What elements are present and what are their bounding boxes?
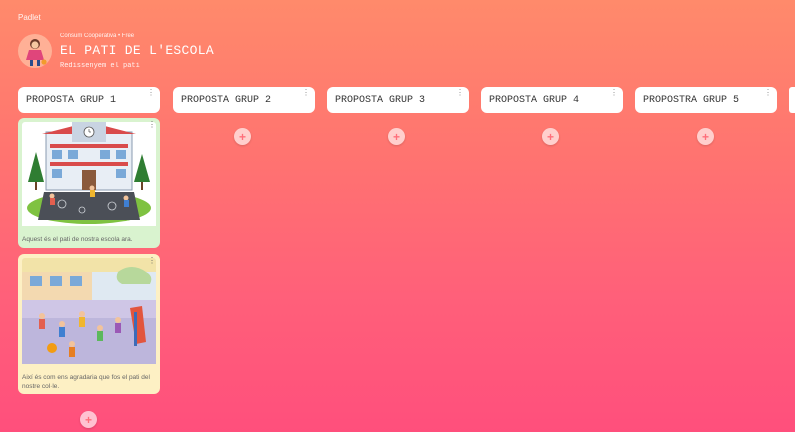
add-post-button[interactable]: + <box>80 411 97 428</box>
column-title: PROPOSTA GRUP 4 <box>489 94 580 106</box>
add-post-button[interactable]: + <box>388 128 405 145</box>
post-caption: Aquest és el pati de nostra escola ara. <box>22 236 133 243</box>
more-icon[interactable]: ⋮ <box>610 90 618 98</box>
column-grup-4: PROPOSTA GRUP 4 ⋮ <box>481 87 623 113</box>
more-icon[interactable]: ⋮ <box>302 90 310 98</box>
column-title: PROPOSTRA GRUP 5 <box>643 94 740 106</box>
column-header[interactable]: PROPOSTA GRUP 1 ⋮ <box>18 87 160 113</box>
padlet-owner: Consum Cooperativa • Free <box>60 33 135 39</box>
column-title: PROPOSTA GRUP 1 <box>26 94 117 106</box>
playground-image[interactable] <box>22 258 156 369</box>
column-header[interactable]: PROPOSTA GRUP 3 ⋮ <box>327 87 469 113</box>
column-header[interactable]: PROPOSTRA GRUP 5 ⋮ <box>635 87 777 113</box>
more-icon[interactable]: ⋮ <box>456 90 464 98</box>
add-post-button[interactable]: + <box>697 128 714 145</box>
padlet-header: Consum Cooperativa • Free EL PATI DE L'E… <box>18 30 778 80</box>
padlet-logo[interactable]: Padlet <box>18 13 41 22</box>
post-caption: Així és com ens agradaria que fos el pat… <box>22 374 150 391</box>
more-icon[interactable]: ⋮ <box>147 90 155 98</box>
column-grup-1: PROPOSTA GRUP 1 ⋮ <box>18 87 160 113</box>
column-title: PROPOSTA GRUP 2 <box>181 94 272 106</box>
column-grup-2: PROPOSTA GRUP 2 ⋮ <box>173 87 315 113</box>
post-card[interactable]: ⋮ Així és com ens agradaria que fos el p… <box>18 254 160 394</box>
column-header-partial[interactable] <box>789 87 795 113</box>
avatar[interactable] <box>18 34 52 68</box>
more-icon[interactable]: ⋮ <box>764 90 772 98</box>
post-card[interactable]: ⋮ Aquest és el pati de nostra escola ara… <box>18 118 160 248</box>
add-post-button[interactable]: + <box>542 128 559 145</box>
page-subtitle: Redissenyem el pati <box>60 62 140 70</box>
column-header[interactable]: PROPOSTA GRUP 2 ⋮ <box>173 87 315 113</box>
page-title: EL PATI DE L'ESCOLA <box>60 43 214 58</box>
column-title: PROPOSTA GRUP 3 <box>335 94 426 106</box>
add-post-button[interactable]: + <box>234 128 251 145</box>
column-header[interactable]: PROPOSTA GRUP 4 ⋮ <box>481 87 623 113</box>
school-image[interactable] <box>22 122 156 231</box>
column-grup-5: PROPOSTRA GRUP 5 ⋮ <box>635 87 777 113</box>
more-icon[interactable]: ⋮ <box>148 120 156 129</box>
more-icon[interactable]: ⋮ <box>148 256 156 265</box>
column-grup-3: PROPOSTA GRUP 3 ⋮ <box>327 87 469 113</box>
